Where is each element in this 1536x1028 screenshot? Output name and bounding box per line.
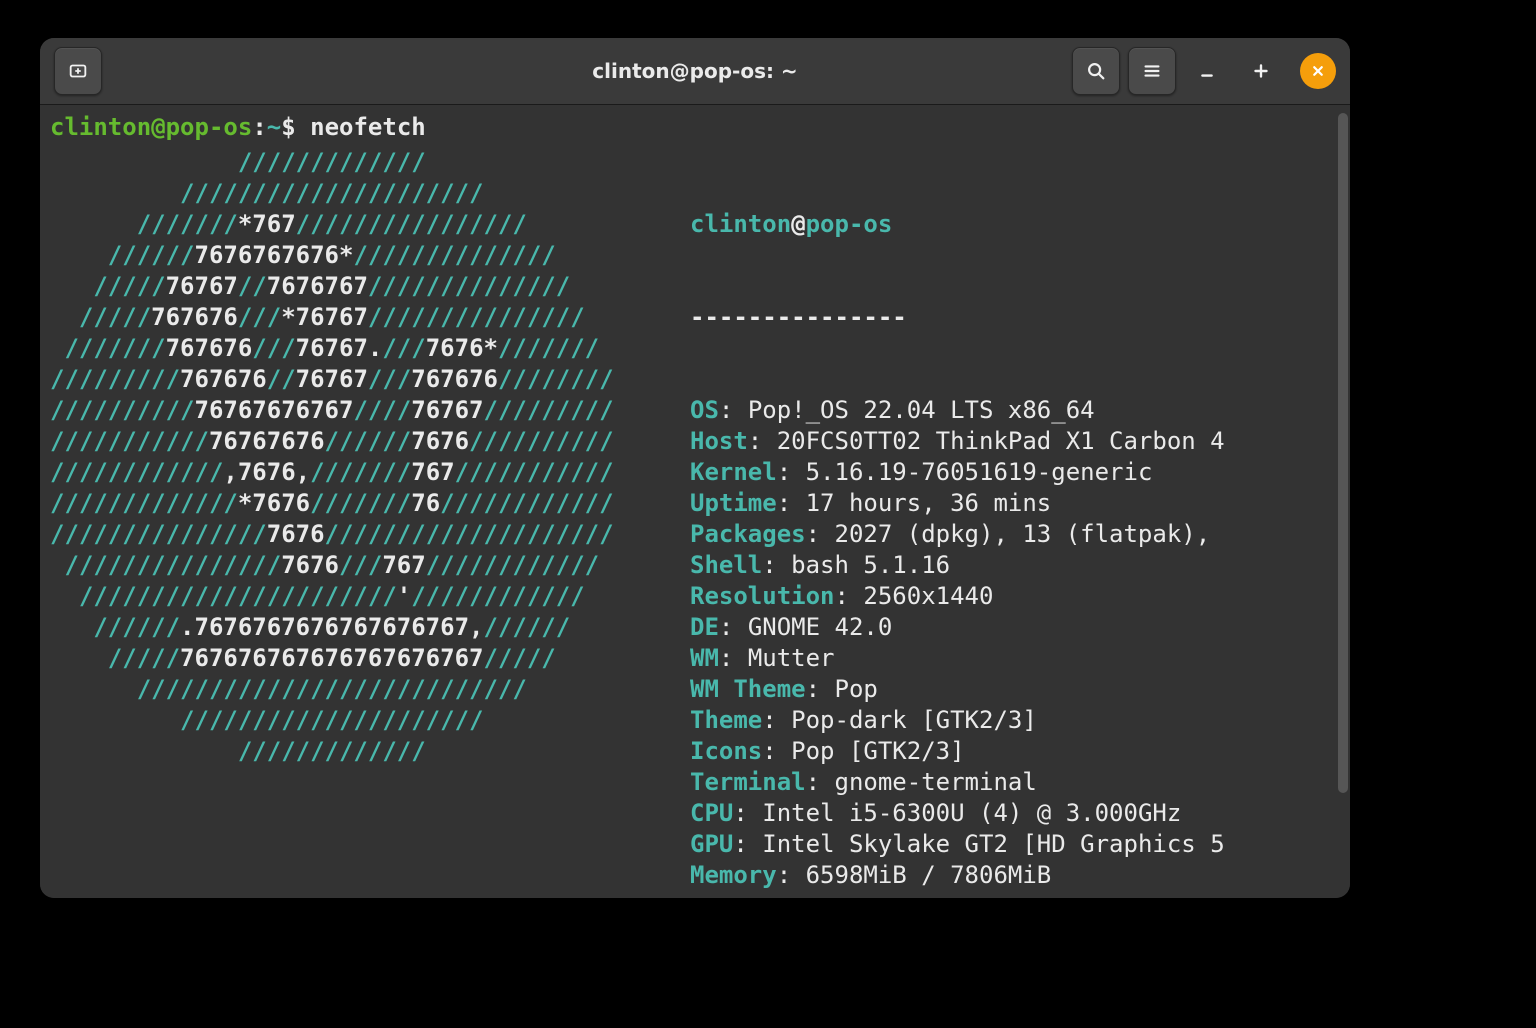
- info-value: Pop: [835, 675, 878, 703]
- info-value: Pop-dark [GTK2/3]: [791, 706, 1037, 734]
- info-row: DE: GNOME 42.0: [690, 612, 1340, 643]
- info-row: Kernel: 5.16.19-76051619-generic: [690, 457, 1340, 488]
- window-controls: [1072, 47, 1336, 95]
- info-row: Packages: 2027 (dpkg), 13 (flatpak),: [690, 519, 1340, 550]
- new-tab-button[interactable]: [54, 47, 102, 95]
- prompt-line: clinton@pop-os:~$ neofetch: [50, 113, 1340, 141]
- minimize-button[interactable]: [1184, 48, 1230, 94]
- info-row: WM Theme: Pop: [690, 674, 1340, 705]
- info-row: Resolution: 2560x1440: [690, 581, 1340, 612]
- info-key: Memory: [690, 861, 777, 889]
- prompt-host: pop-os: [166, 113, 253, 141]
- info-key: Packages: [690, 520, 806, 548]
- info-key: WM Theme: [690, 675, 806, 703]
- info-value: Intel Skylake GT2 [HD Graphics 5: [762, 830, 1224, 858]
- info-value: 20FCS0TT02 ThinkPad X1 Carbon 4: [777, 427, 1225, 455]
- info-value: Mutter: [748, 644, 835, 672]
- info-key: Terminal: [690, 768, 806, 796]
- info-key: Host: [690, 427, 748, 455]
- prompt-sigil: $: [281, 113, 295, 141]
- prompt-command: neofetch: [310, 113, 426, 141]
- prompt-user: clinton: [50, 113, 151, 141]
- info-value: 17 hours, 36 mins: [806, 489, 1052, 517]
- close-button[interactable]: [1300, 53, 1336, 89]
- info-value: 6598MiB / 7806MiB: [806, 861, 1052, 889]
- info-key: DE: [690, 613, 719, 641]
- prompt-path: ~: [267, 113, 281, 141]
- info-key: WM: [690, 644, 719, 672]
- menu-button[interactable]: [1128, 47, 1176, 95]
- info-key: GPU: [690, 830, 733, 858]
- info-row: Memory: 6598MiB / 7806MiB: [690, 860, 1340, 891]
- titlebar: clinton@pop-os: ~: [40, 38, 1350, 105]
- info-row: Theme: Pop-dark [GTK2/3]: [690, 705, 1340, 736]
- window-title: clinton@pop-os: ~: [592, 59, 797, 83]
- ascii-art: ///////////// ///////////////////// ////…: [50, 147, 690, 767]
- info-value: 2560x1440: [863, 582, 993, 610]
- info-row: Shell: bash 5.1.16: [690, 550, 1340, 581]
- neofetch-separator: ---------------: [690, 302, 1340, 333]
- info-row: Icons: Pop [GTK2/3]: [690, 736, 1340, 767]
- info-key: Uptime: [690, 489, 777, 517]
- info-value: gnome-terminal: [835, 768, 1037, 796]
- info-key: Shell: [690, 551, 762, 579]
- info-row: WM: Mutter: [690, 643, 1340, 674]
- info-key: CPU: [690, 799, 733, 827]
- info-key: Theme: [690, 706, 762, 734]
- scrollbar-thumb[interactable]: [1338, 113, 1348, 793]
- prompt-colon: :: [252, 113, 266, 141]
- info-key: Icons: [690, 737, 762, 765]
- info-row: CPU: Intel i5-6300U (4) @ 3.000GHz: [690, 798, 1340, 829]
- info-value: Pop [GTK2/3]: [791, 737, 964, 765]
- info-key: OS: [690, 396, 719, 424]
- info-row: GPU: Intel Skylake GT2 [HD Graphics 5: [690, 829, 1340, 860]
- maximize-button[interactable]: [1238, 48, 1284, 94]
- info-row: OS: Pop!_OS 22.04 LTS x86_64: [690, 395, 1340, 426]
- info-key: Kernel: [690, 458, 777, 486]
- info-value: GNOME 42.0: [748, 613, 893, 641]
- info-key: Resolution: [690, 582, 835, 610]
- search-button[interactable]: [1072, 47, 1120, 95]
- info-value: Pop!_OS 22.04 LTS x86_64: [748, 396, 1095, 424]
- terminal-window: clinton@pop-os: ~: [40, 38, 1350, 898]
- info-row: Uptime: 17 hours, 36 mins: [690, 488, 1340, 519]
- info-value: Intel i5-6300U (4) @ 3.000GHz: [762, 799, 1181, 827]
- neofetch-info: clinton@pop-os --------------- OS: Pop!_…: [690, 147, 1340, 898]
- prompt-at: @: [151, 113, 165, 141]
- info-value: 5.16.19-76051619-generic: [806, 458, 1153, 486]
- terminal-body[interactable]: clinton@pop-os:~$ neofetch /////////////…: [40, 105, 1350, 898]
- info-value: 2027 (dpkg), 13 (flatpak),: [835, 520, 1211, 548]
- info-row: Host: 20FCS0TT02 ThinkPad X1 Carbon 4: [690, 426, 1340, 457]
- info-row: Terminal: gnome-terminal: [690, 767, 1340, 798]
- neofetch-title: clinton@pop-os: [690, 209, 1340, 240]
- info-value: bash 5.1.16: [791, 551, 950, 579]
